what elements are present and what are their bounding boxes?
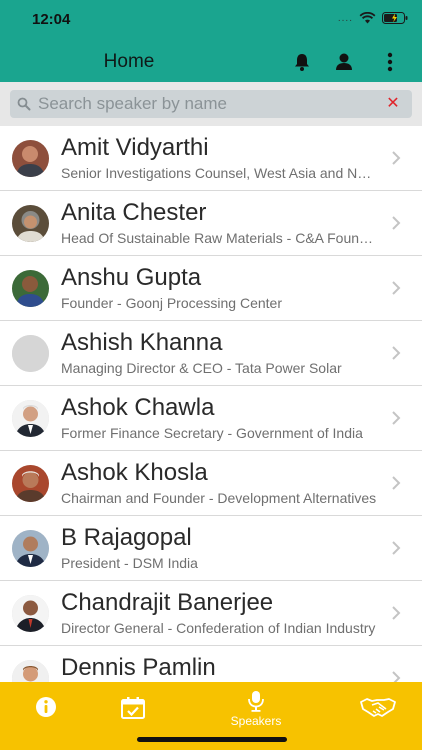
chevron-right-icon <box>392 541 401 555</box>
chevron-right-icon <box>392 411 401 425</box>
speaker-title: Head Of Sustainable Raw Materials - C&A … <box>61 230 379 246</box>
list-item[interactable]: Amit Vidyarthi Senior Investigations Cou… <box>0 126 422 191</box>
avatar <box>12 660 49 682</box>
app-header: 12:04 .... Home <box>0 0 422 82</box>
tab-info[interactable] <box>26 682 66 750</box>
close-icon[interactable]: ✕ <box>384 95 402 113</box>
speaker-title: Former Finance Secretary - Government of… <box>61 425 363 441</box>
speaker-name: Chandrajit Banerjee <box>61 589 274 616</box>
search-input[interactable] <box>38 93 378 115</box>
avatar <box>12 205 49 242</box>
home-indicator <box>137 737 287 742</box>
speaker-title: Chairman and Founder - Development Alter… <box>61 490 377 506</box>
speaker-name: B Rajagopal <box>61 524 192 551</box>
avatar <box>12 530 49 567</box>
speaker-title: Senior Investigations Counsel, West Asia… <box>61 165 379 181</box>
status-time: 12:04 <box>32 11 71 28</box>
wifi-icon <box>359 12 376 24</box>
chevron-right-icon <box>392 216 401 230</box>
list-item[interactable]: Anshu Gupta Founder - Goonj Processing C… <box>0 256 422 321</box>
chevron-right-icon <box>392 476 401 490</box>
page-title: Home <box>103 51 155 72</box>
speaker-name: Amit Vidyarthi <box>61 134 209 161</box>
list-item[interactable]: Ashish Khanna Managing Director & CEO - … <box>0 321 422 386</box>
speaker-title: Founder - Goonj Processing Center <box>61 295 282 311</box>
avatar <box>12 595 49 632</box>
info-icon <box>36 697 56 717</box>
more-vertical-icon[interactable] <box>378 50 402 74</box>
avatar <box>12 140 49 177</box>
list-item[interactable]: Dennis Pamlin <box>0 646 422 682</box>
speaker-name: Dennis Pamlin <box>61 654 216 681</box>
chevron-right-icon <box>392 281 401 295</box>
calendar-check-icon <box>121 697 145 719</box>
speaker-list: Amit Vidyarthi Senior Investigations Cou… <box>0 126 422 682</box>
speaker-name: Ashok Khosla <box>61 459 208 486</box>
search-box[interactable]: ✕ <box>10 90 412 118</box>
speaker-title: Director General - Confederation of Indi… <box>61 620 376 636</box>
list-item[interactable]: Ashok Chawla Former Finance Secretary - … <box>0 386 422 451</box>
avatar <box>12 270 49 307</box>
speaker-name: Anita Chester <box>61 199 207 226</box>
speaker-name: Ashish Khanna <box>61 329 223 356</box>
search-icon <box>17 97 31 111</box>
list-item[interactable]: Ashok Khosla Chairman and Founder - Deve… <box>0 451 422 516</box>
chevron-right-icon <box>392 346 401 360</box>
microphone-icon <box>248 691 264 712</box>
speaker-name: Anshu Gupta <box>61 264 202 291</box>
list-item[interactable]: Anita Chester Head Of Sustainable Raw Ma… <box>0 191 422 256</box>
speaker-name: Ashok Chawla <box>61 394 215 421</box>
handshake-icon <box>360 698 396 717</box>
list-item[interactable]: B Rajagopal President - DSM India <box>0 516 422 581</box>
chevron-right-icon <box>392 606 401 620</box>
speaker-title: Managing Director & CEO - Tata Power Sol… <box>61 360 342 376</box>
avatar <box>12 335 49 372</box>
avatar <box>12 465 49 502</box>
tab-partners[interactable] <box>356 682 400 750</box>
search-bar: ✕ <box>0 82 422 126</box>
list-item[interactable]: Chandrajit Banerjee Director General - C… <box>0 581 422 646</box>
battery-icon <box>382 12 408 24</box>
speaker-title: President - DSM India <box>61 555 198 571</box>
bell-icon[interactable] <box>290 50 314 74</box>
status-indicators: .... <box>338 12 408 24</box>
chevron-right-icon <box>392 671 401 682</box>
avatar <box>12 400 49 437</box>
signal-icon: .... <box>337 12 353 24</box>
tab-label: Speakers <box>230 714 282 728</box>
user-icon[interactable] <box>332 50 356 74</box>
chevron-right-icon <box>392 151 401 165</box>
